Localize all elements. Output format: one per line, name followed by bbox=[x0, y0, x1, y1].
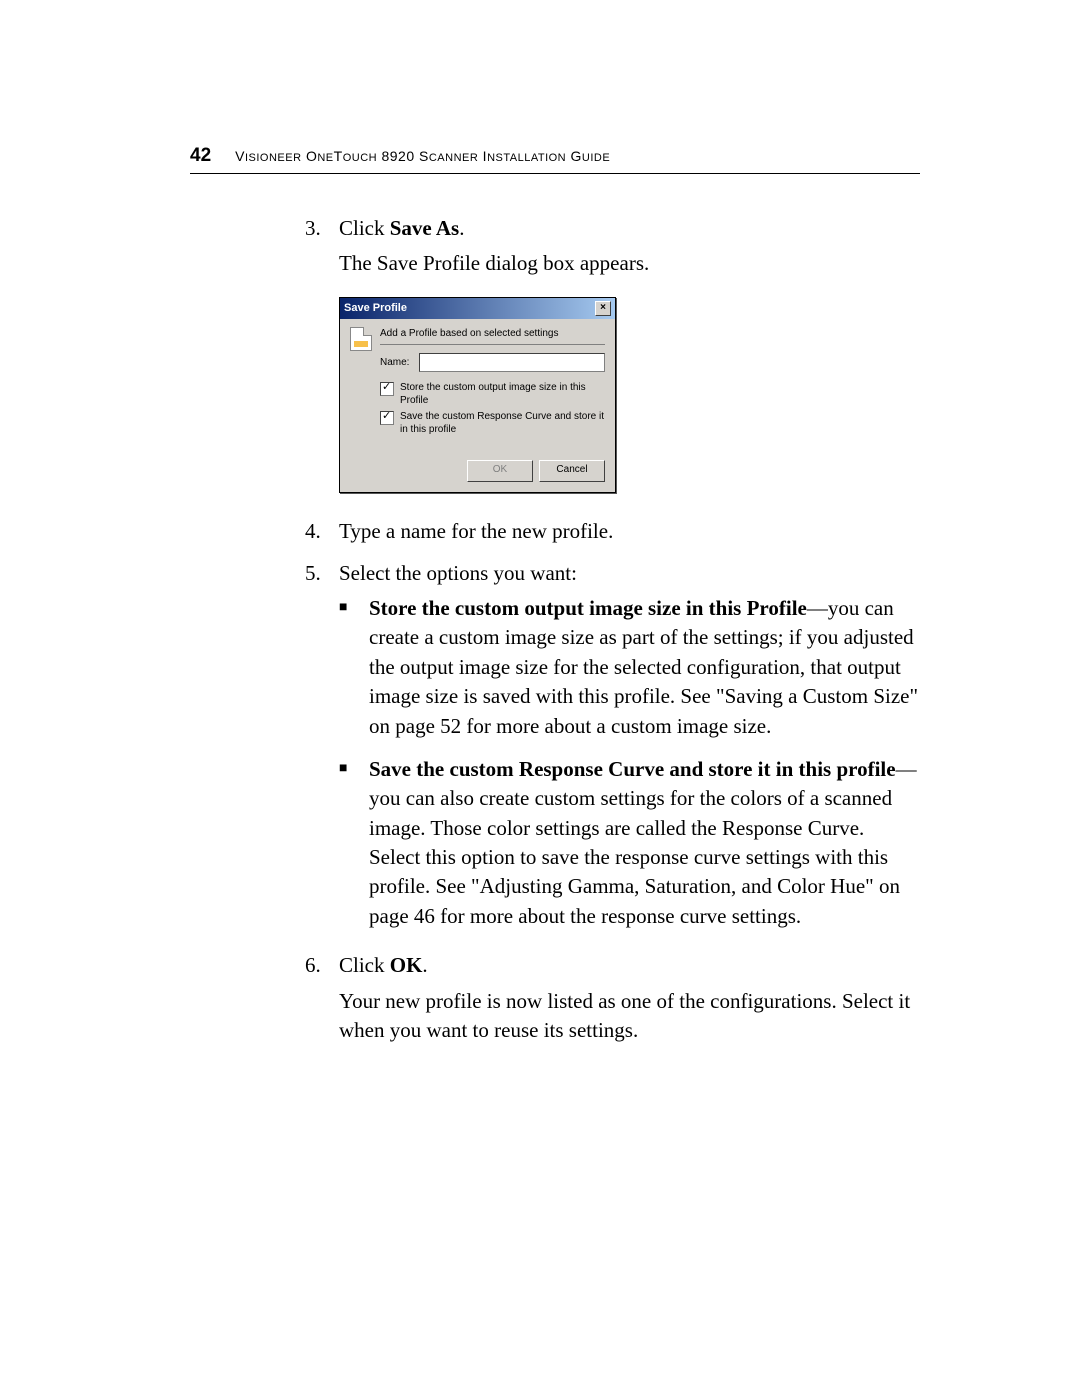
checkbox-label: Store the custom output image size in th… bbox=[400, 382, 605, 407]
step-3: 3. Click Save As. The Save Profile dialo… bbox=[305, 214, 920, 511]
step-text: Select the options you want: bbox=[339, 559, 920, 588]
dialog-title: Save Profile bbox=[344, 301, 407, 316]
bullet-text: Save the custom Response Curve and store… bbox=[369, 755, 920, 931]
profile-icon bbox=[350, 327, 372, 351]
step-number: 6. bbox=[305, 951, 339, 1051]
name-label: Name: bbox=[380, 356, 409, 370]
checkbox-row-1[interactable]: Store the custom output image size in th… bbox=[380, 382, 605, 407]
step-number: 3. bbox=[305, 214, 339, 511]
name-input[interactable] bbox=[419, 353, 605, 372]
step-text: Type a name for the new profile. bbox=[339, 517, 920, 546]
checkbox-icon[interactable] bbox=[380, 382, 394, 396]
bullet-text: Store the custom output image size in th… bbox=[369, 594, 920, 741]
page-header: 42 VISIONEER ONETOUCH 8920 SCANNER INSTA… bbox=[190, 145, 920, 174]
page-number: 42 bbox=[190, 145, 211, 167]
step-text: Click OK. bbox=[339, 951, 920, 980]
close-icon[interactable]: × bbox=[595, 301, 611, 316]
dialog-titlebar: Save Profile × bbox=[340, 298, 615, 319]
step-subtext: The Save Profile dialog box appears. bbox=[339, 249, 920, 278]
ok-button[interactable]: OK bbox=[467, 460, 533, 482]
step-5: 5. Select the options you want: ■ Store … bbox=[305, 559, 920, 946]
content-area: 3. Click Save As. The Save Profile dialo… bbox=[305, 214, 920, 1051]
bullet-1: ■ Store the custom output image size in … bbox=[339, 594, 920, 741]
step-4: 4. Type a name for the new profile. bbox=[305, 517, 920, 552]
square-bullet-icon: ■ bbox=[339, 755, 369, 931]
square-bullet-icon: ■ bbox=[339, 594, 369, 741]
dialog-heading: Add a Profile based on selected settings bbox=[380, 327, 605, 345]
checkbox-row-2[interactable]: Save the custom Response Curve and store… bbox=[380, 411, 605, 436]
checkbox-icon[interactable] bbox=[380, 411, 394, 425]
step-number: 4. bbox=[305, 517, 339, 552]
save-profile-dialog: Save Profile × Add a Profile based on se… bbox=[339, 297, 616, 493]
step-number: 5. bbox=[305, 559, 339, 946]
header-title: VISIONEER ONETOUCH 8920 SCANNER INSTALLA… bbox=[235, 148, 610, 164]
checkbox-label: Save the custom Response Curve and store… bbox=[400, 411, 605, 436]
step-6: 6. Click OK. Your new profile is now lis… bbox=[305, 951, 920, 1051]
step-text: Click Save As. bbox=[339, 214, 920, 243]
bullet-2: ■ Save the custom Response Curve and sto… bbox=[339, 755, 920, 931]
step-followup: Your new profile is now listed as one of… bbox=[339, 987, 920, 1046]
cancel-button[interactable]: Cancel bbox=[539, 460, 605, 482]
